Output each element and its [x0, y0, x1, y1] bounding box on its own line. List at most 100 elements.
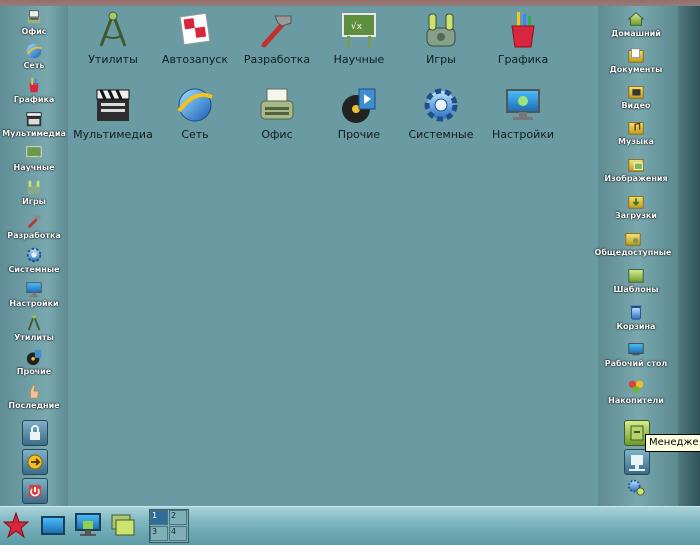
desktop-tile-label: Сеть	[181, 128, 209, 141]
shutdown-icon	[29, 485, 41, 497]
sidebar-item-label: Прочие	[16, 367, 52, 376]
windows-icon[interactable]	[108, 512, 136, 538]
desktop-tile-label: Автозапуск	[161, 53, 229, 66]
trash-icon	[630, 305, 642, 320]
desktop-tile-label: Графика	[497, 53, 549, 66]
workspace-2[interactable]: 2	[169, 510, 187, 525]
sidebar-item-label: Графика	[13, 95, 55, 104]
taskbar-panel	[0, 506, 700, 545]
sidebar-item-home[interactable]: Домашний	[603, 10, 669, 38]
sidebar-item-multimedia[interactable]: Мультимедиа	[1, 110, 67, 138]
sidebar-item-music[interactable]: Музыка	[603, 118, 669, 146]
sidebar-item-label: Последние	[8, 401, 60, 410]
display-icon[interactable]	[74, 512, 102, 538]
sidebar-item-label: Разработка	[7, 231, 61, 240]
sidebar-item-system[interactable]: Системные	[1, 246, 67, 274]
sidebar-item-label: Видео	[621, 101, 651, 110]
workspace-3[interactable]: 3	[150, 526, 168, 541]
sidebar-item-public[interactable]: Общедоступные	[595, 229, 671, 257]
network-icon	[26, 43, 42, 59]
downloads-folder-icon	[628, 196, 644, 209]
sidebar-item-network[interactable]: Сеть	[1, 42, 67, 70]
sidebar-item-desktop[interactable]: Рабочий стол	[603, 340, 669, 368]
sidebar-item-documents[interactable]: Документы	[603, 46, 669, 74]
sidebar-item-label: Загрузки	[615, 211, 657, 220]
sidebar-item-utilities[interactable]: Утилиты	[1, 314, 67, 342]
graphics-icon	[511, 12, 535, 48]
desktop-tile-science[interactable]: √x Научные	[317, 10, 401, 66]
sidebar-item-development[interactable]: Разработка	[1, 212, 67, 240]
sidebar-item-trash[interactable]: Корзина	[603, 303, 669, 331]
sidebar-item-other[interactable]: Прочие	[1, 348, 67, 376]
system-settings-icon	[627, 479, 645, 496]
office-icon	[260, 88, 294, 120]
sidebar-item-graphics[interactable]: Графика	[1, 76, 67, 104]
sidebar-item-label: Сеть	[23, 61, 45, 70]
sidebar-item-games[interactable]: Игры	[1, 178, 67, 206]
games-icon	[426, 13, 456, 47]
sidebar-item-templates[interactable]: Шаблоны	[603, 266, 669, 294]
desktop-tile-development[interactable]: Разработка	[235, 10, 319, 66]
system-settings-button[interactable]	[603, 478, 669, 496]
sidebar-item-drives[interactable]: Накопители	[603, 377, 669, 405]
start-star-icon[interactable]	[3, 512, 29, 538]
show-desktop-icon[interactable]	[40, 514, 66, 538]
sidebar-item-label: Утилиты	[14, 333, 54, 342]
sidebar-item-label: Игры	[22, 197, 46, 206]
sidebar-item-settings[interactable]: Настройки	[1, 280, 67, 308]
pictures-folder-icon	[628, 159, 644, 172]
utilities-icon	[99, 11, 127, 47]
video-folder-icon	[628, 86, 644, 99]
recent-icon	[29, 384, 40, 399]
sidebar-item-label: Научные	[13, 163, 55, 172]
desktop-tile-office[interactable]: Офис	[235, 85, 319, 141]
sidebar-item-video[interactable]: Видео	[603, 82, 669, 110]
desktop-tile-label: Научные	[333, 53, 385, 66]
network-places-button[interactable]	[624, 449, 650, 475]
desktop-tile-label: Настройки	[491, 128, 555, 141]
desktop-tile-system[interactable]: Системные	[399, 85, 483, 141]
sidebar-item-pictures[interactable]: Изображения	[603, 155, 669, 183]
multimedia-icon	[26, 112, 42, 127]
sidebar-item-office[interactable]: Офис	[1, 8, 67, 36]
sidebar-item-label: Изображения	[604, 174, 668, 183]
desktop-tile-settings[interactable]: Настройки	[481, 85, 565, 141]
sidebar-item-label: Шаблоны	[613, 285, 659, 294]
science-icon	[26, 146, 42, 162]
desktop-tile-multimedia[interactable]: Мультимедиа	[71, 85, 155, 141]
office-icon	[27, 10, 41, 24]
desktop-tile-network[interactable]: Сеть	[153, 85, 237, 141]
desktop-tile-autostart[interactable]: Автозапуск	[153, 10, 237, 66]
desktop-folder-icon	[628, 343, 644, 356]
graphics-icon	[29, 77, 39, 93]
shutdown-button[interactable]	[22, 478, 48, 504]
drives-icon	[628, 380, 644, 394]
desktop-tile-other[interactable]: Прочие	[317, 85, 401, 141]
development-icon	[261, 15, 292, 48]
settings-icon	[506, 89, 540, 120]
music-folder-icon	[628, 122, 644, 135]
workspace-pager[interactable]: 1 2 3 4	[149, 509, 189, 543]
svg-text:√x: √x	[351, 21, 363, 32]
desktop-tile-games[interactable]: Игры	[399, 10, 483, 66]
sidebar-item-label: Системные	[8, 265, 60, 274]
desktop-tile-label: Офис	[261, 128, 293, 141]
desktop-tile-label: Утилиты	[88, 53, 138, 66]
switch-user-button[interactable]	[22, 449, 48, 475]
desktop-tile-label: Прочие	[337, 128, 381, 141]
sidebar-item-science[interactable]: Научные	[1, 144, 67, 172]
sidebar-item-label: Домашний	[611, 29, 661, 38]
desktop-area[interactable]	[68, 6, 598, 506]
sidebar-item-recent[interactable]: Последние	[1, 382, 67, 410]
desktop-tile-utilities[interactable]: Утилиты	[71, 10, 155, 66]
autostart-icon	[179, 12, 211, 46]
sidebar-item-label: Документы	[609, 65, 663, 74]
sidebar-item-label: Накопители	[608, 396, 664, 405]
workspace-1[interactable]: 1	[150, 510, 168, 525]
science-icon: √x	[342, 13, 376, 48]
workspace-4[interactable]: 4	[169, 526, 187, 541]
lock-button[interactable]	[22, 420, 48, 446]
multimedia-icon	[96, 89, 130, 121]
desktop-tile-graphics[interactable]: Графика	[481, 10, 565, 66]
sidebar-item-downloads[interactable]: Загрузки	[603, 192, 669, 220]
